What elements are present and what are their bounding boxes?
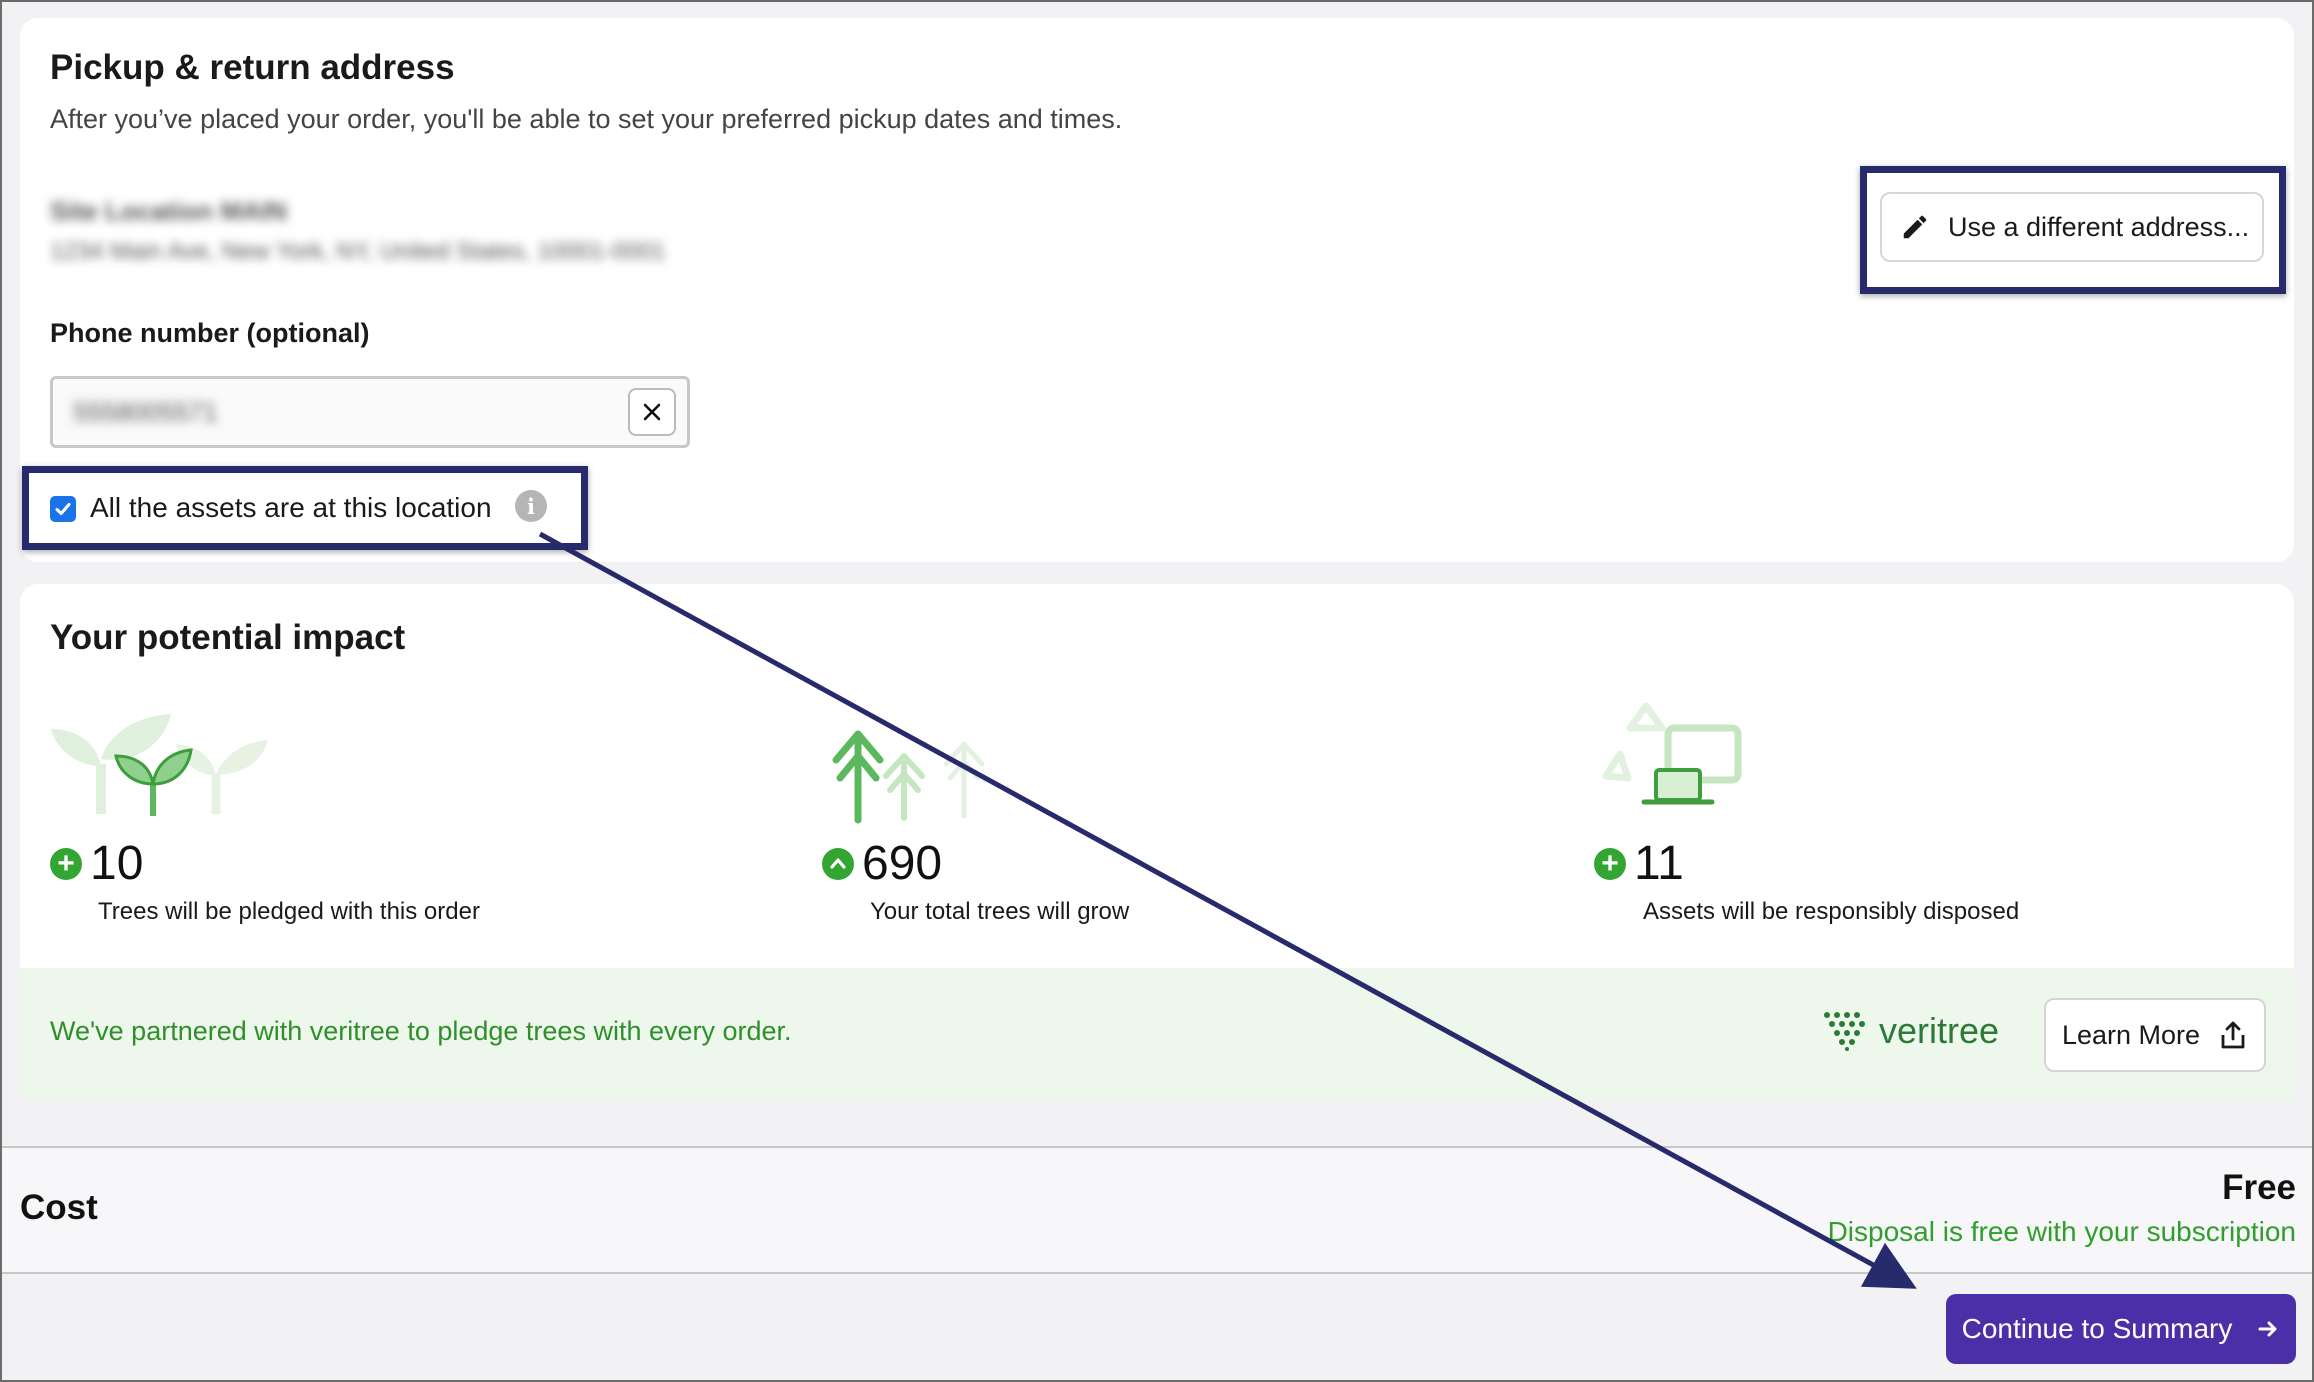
phone-value-blurred: 5558005571 [73,397,218,427]
continue-to-summary-button[interactable]: Continue to Summary [1946,1294,2296,1364]
total-trees-value: 690 [862,837,943,890]
partner-text: We've partnered with veritree to pledge … [50,1016,792,1046]
clear-phone-button[interactable] [628,388,676,436]
pencil-icon [1900,212,1930,242]
trees-pledged-caption: Trees will be pledged with this order [98,898,480,925]
learn-more-button[interactable]: Learn More [2044,998,2266,1072]
close-icon [641,401,663,423]
trees-pledged-metric: + 10 [50,836,143,891]
address-line-blurred: 1234 Main Ave, New York, NY, United Stat… [50,238,666,265]
tree-growth-illustration-icon [826,726,986,831]
plus-circle-icon: + [1594,847,1626,880]
arrow-right-icon [2256,1317,2280,1341]
phone-label: Phone number (optional) [50,318,370,348]
cost-label: Cost [20,1188,98,1227]
checkmark-icon [55,503,71,515]
use-different-address-button[interactable]: Use a different address... [1880,192,2264,262]
assets-location-label[interactable]: All the assets are at this location [90,492,492,524]
veritree-brand-text: veritree [1879,1010,2000,1051]
info-icon[interactable]: i [515,490,547,522]
veritree-dots-icon [1824,1012,1865,1051]
assets-disposed-value: 11 [1634,837,1684,890]
plus-circle-icon: + [50,847,82,880]
trees-pledged-value: 10 [90,837,144,890]
share-icon [2218,1020,2248,1050]
impact-title: Your potential impact [50,618,406,657]
assets-disposed-metric: + 11 [1594,836,1684,891]
pickup-address-title: Pickup & return address [50,48,455,87]
pickup-address-card [20,18,2294,562]
cost-row [0,1146,2314,1274]
seedling-illustration-icon [46,704,276,829]
continue-label: Continue to Summary [1961,1313,2233,1344]
address-name-blurred: Site Location MAIN [50,196,287,226]
phone-input[interactable]: 5558005571 [50,376,690,448]
arrow-up-circle-icon [822,847,854,880]
use-different-address-label: Use a different address... [1948,211,2250,242]
learn-more-label: Learn More [2061,1019,2201,1050]
device-recycle-illustration-icon [1596,698,1756,823]
assets-location-checkbox[interactable] [50,496,76,522]
total-trees-metric: 690 [822,836,942,891]
veritree-logo: veritree [1823,1010,1999,1052]
cost-value: Free [2222,1168,2296,1207]
assets-disposed-caption: Assets will be responsibly disposed [1643,898,2020,925]
pickup-address-subtitle: After you’ve placed your order, you'll b… [50,104,1123,134]
total-trees-caption: Your total trees will grow [870,898,1130,925]
cost-note: Disposal is free with your subscription [1827,1216,2296,1247]
